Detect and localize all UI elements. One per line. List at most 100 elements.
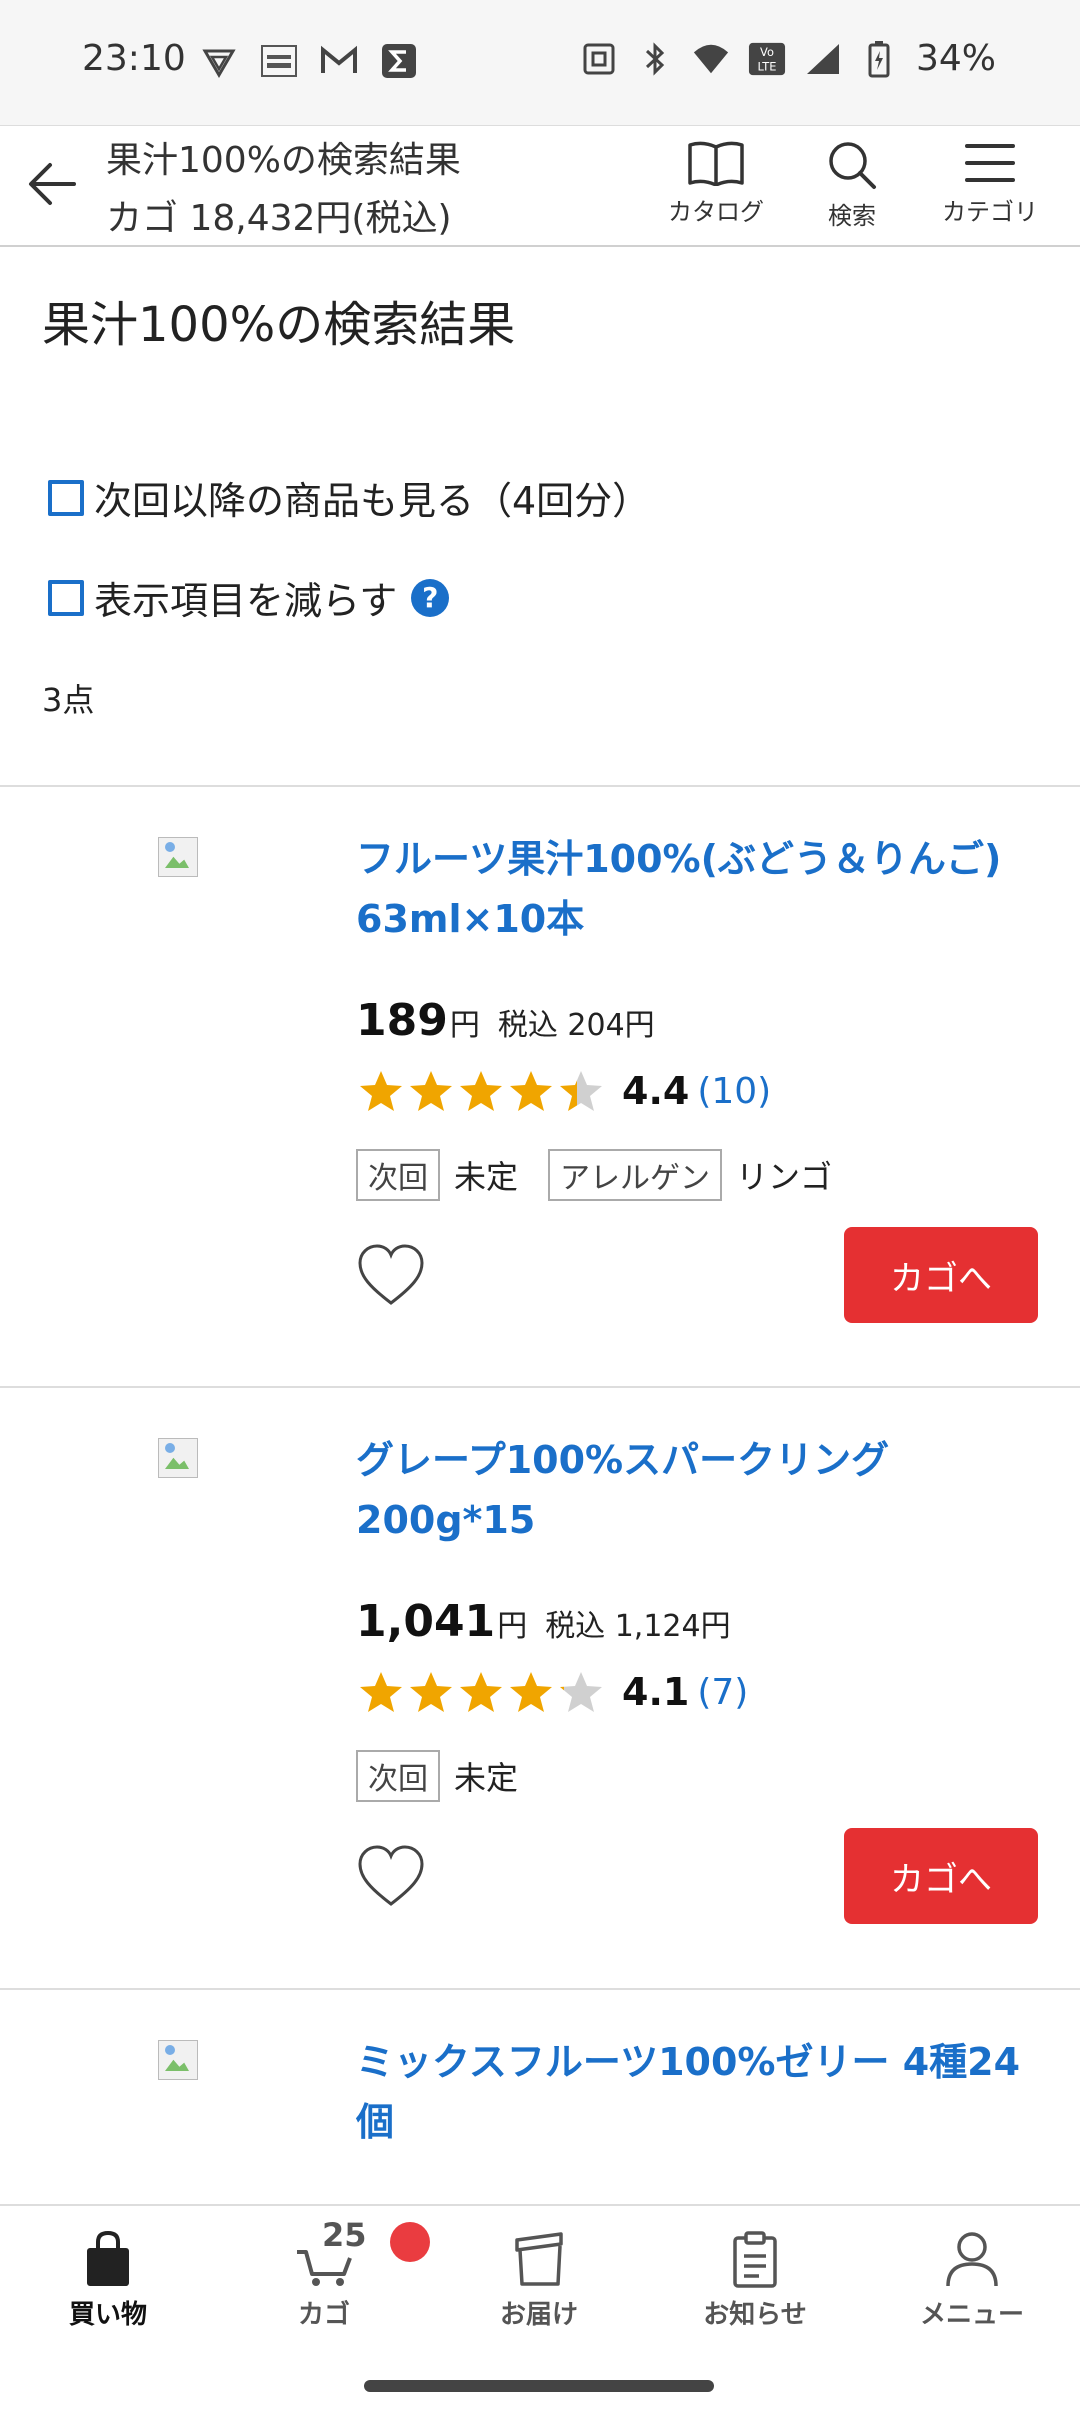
star-rating [358, 1069, 604, 1113]
price-unit: 円 [497, 1609, 528, 1644]
price: 189 [356, 995, 448, 1046]
product-image[interactable] [158, 2040, 198, 2080]
nav-news[interactable]: お知らせ [675, 2230, 835, 2331]
allergen-value: リンゴ [736, 1158, 833, 1196]
status-bar: 23:10 Vo LTE 34% [0, 0, 1080, 125]
next-tag: 次回 [356, 1750, 440, 1802]
filter-reduce-label: 表示項目を減らす [94, 579, 398, 623]
filter-reduce-items[interactable]: 表示項目を減らす ? [48, 570, 450, 625]
back-button[interactable] [22, 154, 82, 214]
nav-shopping-label: 買い物 [68, 2300, 147, 2330]
heart-icon [358, 1845, 424, 1906]
battery-percent: 34% [915, 38, 996, 79]
signal-icon [804, 40, 842, 78]
allergen-tag: アレルゲン [548, 1149, 723, 1201]
delivery-box-icon [515, 2232, 563, 2286]
star-icon [560, 1071, 602, 1111]
battery-icon [860, 40, 898, 78]
nav-cart-label: カゴ [297, 2300, 350, 2330]
filter-next-label: 次回以降の商品も見る（4回分） [94, 479, 651, 523]
category-label: カテゴリ [942, 198, 1038, 226]
volte-icon: Vo LTE [748, 40, 786, 78]
product-image[interactable] [158, 1438, 198, 1478]
book-icon [688, 141, 744, 186]
page-title: 果汁100%の検索結果 [42, 297, 516, 353]
result-count: 3点 [42, 681, 95, 719]
star-icon [360, 1672, 402, 1712]
rating-row: 4.4 (10) [358, 1069, 771, 1113]
star-icon [510, 1672, 552, 1712]
filter-next-items[interactable]: 次回以降の商品も見る（4回分） [48, 470, 650, 525]
svg-text:Vo: Vo [760, 45, 774, 59]
star-icon [510, 1071, 552, 1111]
user-icon [946, 2232, 998, 2287]
category-button[interactable]: カテゴリ [930, 136, 1050, 242]
rating-row: 4.1 (7) [358, 1670, 748, 1714]
add-to-cart-button[interactable]: カゴへ [844, 1227, 1038, 1323]
product-image[interactable] [158, 837, 198, 877]
product-card: ミックスフルーツ100%ゼリー 4種24個 [0, 1990, 1080, 2204]
search-label: 検索 [828, 202, 876, 230]
heart-icon [358, 1244, 424, 1305]
tag-row: 次回 未定 アレルゲン リンゴ [356, 1149, 862, 1201]
price-row: 1,041 円 税込 1,124円 [356, 1596, 731, 1647]
wifi-icon [692, 40, 730, 78]
next-tag: 次回 [356, 1149, 440, 1201]
review-count-link[interactable]: (7) [697, 1672, 748, 1713]
nav-menu[interactable]: メニュー [892, 2230, 1052, 2331]
svg-text:LTE: LTE [758, 59, 777, 73]
checkbox[interactable] [48, 579, 84, 616]
home-indicator[interactable] [364, 2380, 714, 2392]
tag-row: 次回 未定 [356, 1750, 548, 1802]
shopping-bag-icon [87, 2230, 129, 2286]
rating-value: 4.4 [622, 1069, 690, 1113]
nav-delivery-label: お届け [499, 2300, 578, 2330]
nav-delivery[interactable]: お届け [459, 2230, 619, 2331]
sports-bull-icon [260, 42, 298, 80]
product-name[interactable]: グレープ100%スパークリング 200g*15 [356, 1430, 1046, 1550]
nfc-icon [580, 40, 618, 78]
next-value: 未定 [454, 1759, 519, 1797]
price-with-tax: 税込 1,124円 [545, 1609, 731, 1644]
product-card: フルーツ果汁100%(ぶどう＆りんご) 63ml×10本 189 円 税込 20… [0, 787, 1080, 1387]
header-cart-total: カゴ 18,432円(税込) [106, 198, 452, 239]
header-title: 果汁100%の検索結果 [106, 140, 461, 181]
bluetooth-icon [636, 40, 674, 78]
star-icon [360, 1071, 402, 1111]
menu-icon [965, 144, 1015, 182]
nav-menu-label: メニュー [919, 2300, 1024, 2330]
price-row: 189 円 税込 204円 [356, 995, 655, 1046]
star-icon [460, 1071, 502, 1111]
star-icon [560, 1672, 602, 1712]
status-time: 23:10 [82, 38, 186, 79]
arrow-left-icon [29, 163, 76, 205]
nav-shopping[interactable]: 買い物 [28, 2230, 188, 2331]
star-rating [358, 1670, 604, 1714]
next-value: 未定 [454, 1158, 519, 1196]
vpn-icon [200, 42, 238, 80]
clipboard-icon [733, 2231, 777, 2288]
favorite-button[interactable] [356, 1844, 426, 1908]
product-card: グレープ100%スパークリング 200g*15 1,041 円 税込 1,124… [0, 1388, 1080, 1988]
search-icon [829, 142, 876, 189]
add-to-cart-button[interactable]: カゴへ [844, 1828, 1038, 1924]
favorite-button[interactable] [356, 1243, 426, 1307]
gmail-icon [320, 42, 358, 80]
search-button[interactable]: 検索 [792, 136, 912, 242]
checkbox[interactable] [48, 479, 84, 516]
review-count-link[interactable]: (10) [697, 1071, 771, 1112]
sigma-icon [380, 42, 418, 80]
product-name[interactable]: フルーツ果汁100%(ぶどう＆りんご) 63ml×10本 [356, 829, 1046, 949]
cart-count-badge: 25 [322, 2216, 367, 2254]
star-icon [410, 1071, 452, 1111]
app-header: 果汁100%の検索結果 カゴ 18,432円(税込) カタログ 検索 カテゴリ [0, 125, 1080, 247]
notification-dot [390, 2222, 430, 2262]
rating-value: 4.1 [622, 1670, 690, 1714]
price-unit: 円 [449, 1008, 480, 1043]
catalog-button[interactable]: カタログ [656, 136, 776, 242]
price: 1,041 [356, 1596, 496, 1647]
product-name[interactable]: ミックスフルーツ100%ゼリー 4種24個 [356, 2032, 1046, 2152]
star-icon [410, 1672, 452, 1712]
price-with-tax: 税込 204円 [497, 1008, 655, 1043]
help-icon[interactable]: ? [411, 578, 450, 617]
